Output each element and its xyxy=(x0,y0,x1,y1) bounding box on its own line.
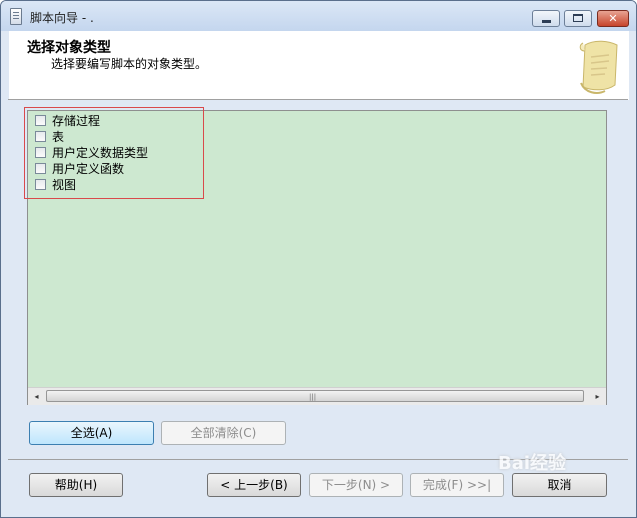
maximize-button[interactable] xyxy=(564,10,592,27)
title-bar[interactable]: 脚本向导 - . ✕ xyxy=(1,1,636,31)
header-separator xyxy=(8,99,628,100)
grip-icon: ||| xyxy=(309,393,317,401)
help-button[interactable]: 帮助(H) xyxy=(29,473,123,497)
wizard-header: 选择对象类型 选择要编写脚本的对象类型。 xyxy=(9,31,629,100)
scrollbar-thumb[interactable]: ||| xyxy=(46,390,584,402)
select-all-button[interactable]: 全选(A) xyxy=(29,421,154,445)
horizontal-scrollbar[interactable]: ◂ ||| ▸ xyxy=(28,387,606,405)
page-subtitle: 选择要编写脚本的对象类型。 xyxy=(51,57,208,71)
scroll-right-icon[interactable]: ▸ xyxy=(589,388,606,405)
maximize-icon xyxy=(573,14,583,22)
baidu-watermark: Bai经验 xyxy=(498,453,567,474)
close-icon: ✕ xyxy=(608,12,618,25)
back-button[interactable]: < 上一步(B) xyxy=(207,473,301,497)
finish-button[interactable]: 完成(F) >>| xyxy=(410,473,504,497)
page-title: 选择对象类型 xyxy=(27,40,111,56)
scroll-icon xyxy=(579,40,618,94)
next-button[interactable]: 下一步(N) > xyxy=(309,473,403,497)
scroll-left-icon[interactable]: ◂ xyxy=(28,388,45,405)
close-button[interactable]: ✕ xyxy=(597,10,629,27)
minimize-button[interactable] xyxy=(532,10,560,27)
clear-all-button[interactable]: 全部清除(C) xyxy=(161,421,286,445)
window-title: 脚本向导 - . xyxy=(30,11,94,25)
highlight-box xyxy=(24,107,204,199)
minimize-icon xyxy=(542,20,551,23)
document-icon xyxy=(10,8,22,25)
